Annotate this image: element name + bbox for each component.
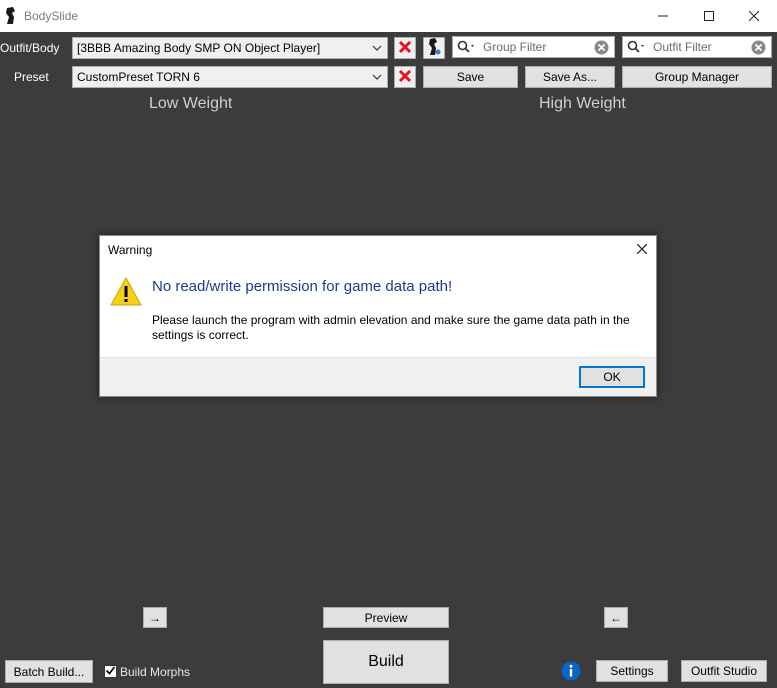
copy-low-to-high-button[interactable]: → (143, 607, 167, 628)
dialog-close-button[interactable] (630, 239, 654, 261)
warning-icon (110, 276, 142, 308)
low-weight-header: Low Weight (149, 95, 233, 112)
group-manager-button[interactable]: Group Manager (622, 66, 772, 88)
window-title: BodySlide (24, 9, 79, 23)
build-morphs-checkbox[interactable] (104, 665, 117, 678)
preset-label: Preset (14, 70, 49, 84)
maximize-button[interactable] (686, 0, 732, 32)
outfit-body-label: Outfit/Body (0, 41, 60, 55)
body-figure-icon (427, 37, 441, 59)
outfit-body-select[interactable]: [3BBB Amazing Body SMP ON Object Player] (72, 37, 388, 59)
red-x-icon (398, 40, 412, 57)
checkmark-icon (105, 665, 116, 679)
batch-build-button[interactable]: Batch Build... (5, 660, 93, 683)
copy-high-to-low-button[interactable]: ← (604, 607, 628, 628)
build-morphs-label: Build Morphs (120, 665, 191, 679)
search-icon (627, 40, 647, 54)
outfit-studio-button[interactable]: Outfit Studio (681, 660, 767, 682)
save-as-button[interactable]: Save As... (525, 66, 615, 88)
dialog-message: Please launch the program with admin ele… (152, 313, 630, 342)
preset-value: CustomPreset TORN 6 (77, 70, 200, 84)
outfit-filter-placeholder: Outfit Filter (653, 40, 712, 54)
build-button[interactable]: Build (323, 640, 449, 684)
group-filter-placeholder: Group Filter (483, 40, 547, 54)
dialog-heading: No read/write permission for game data p… (152, 278, 453, 295)
preview-button[interactable]: Preview (323, 607, 449, 628)
delete-outfit-button[interactable] (394, 37, 416, 59)
dialog-footer (100, 357, 656, 396)
warning-dialog: Warning No read/write permission for gam… (99, 235, 657, 397)
clear-icon[interactable] (594, 40, 609, 55)
minimize-button[interactable] (640, 0, 686, 32)
high-weight-header: High Weight (539, 95, 626, 112)
clear-icon[interactable] (751, 40, 766, 55)
delete-preset-button[interactable] (394, 66, 416, 88)
group-filter-field[interactable]: Group Filter (452, 36, 615, 58)
settings-button[interactable]: Settings (596, 660, 668, 682)
outfit-filter-field[interactable]: Outfit Filter (622, 36, 772, 58)
outfit-body-value: [3BBB Amazing Body SMP ON Object Player] (77, 41, 321, 55)
chevron-down-icon (371, 38, 383, 58)
close-button[interactable] (731, 0, 777, 32)
save-button[interactable]: Save (423, 66, 518, 88)
outfit-studio-shortcut-button[interactable] (423, 37, 445, 59)
dialog-title: Warning (108, 243, 153, 257)
bodyslide-app-icon (5, 7, 17, 25)
red-x-icon (398, 69, 412, 86)
preset-select[interactable]: CustomPreset TORN 6 (72, 66, 388, 88)
chevron-down-icon (371, 67, 383, 87)
search-icon (457, 40, 477, 54)
close-icon (636, 243, 648, 257)
ok-button[interactable]: OK (579, 366, 645, 388)
info-icon[interactable] (561, 661, 581, 681)
